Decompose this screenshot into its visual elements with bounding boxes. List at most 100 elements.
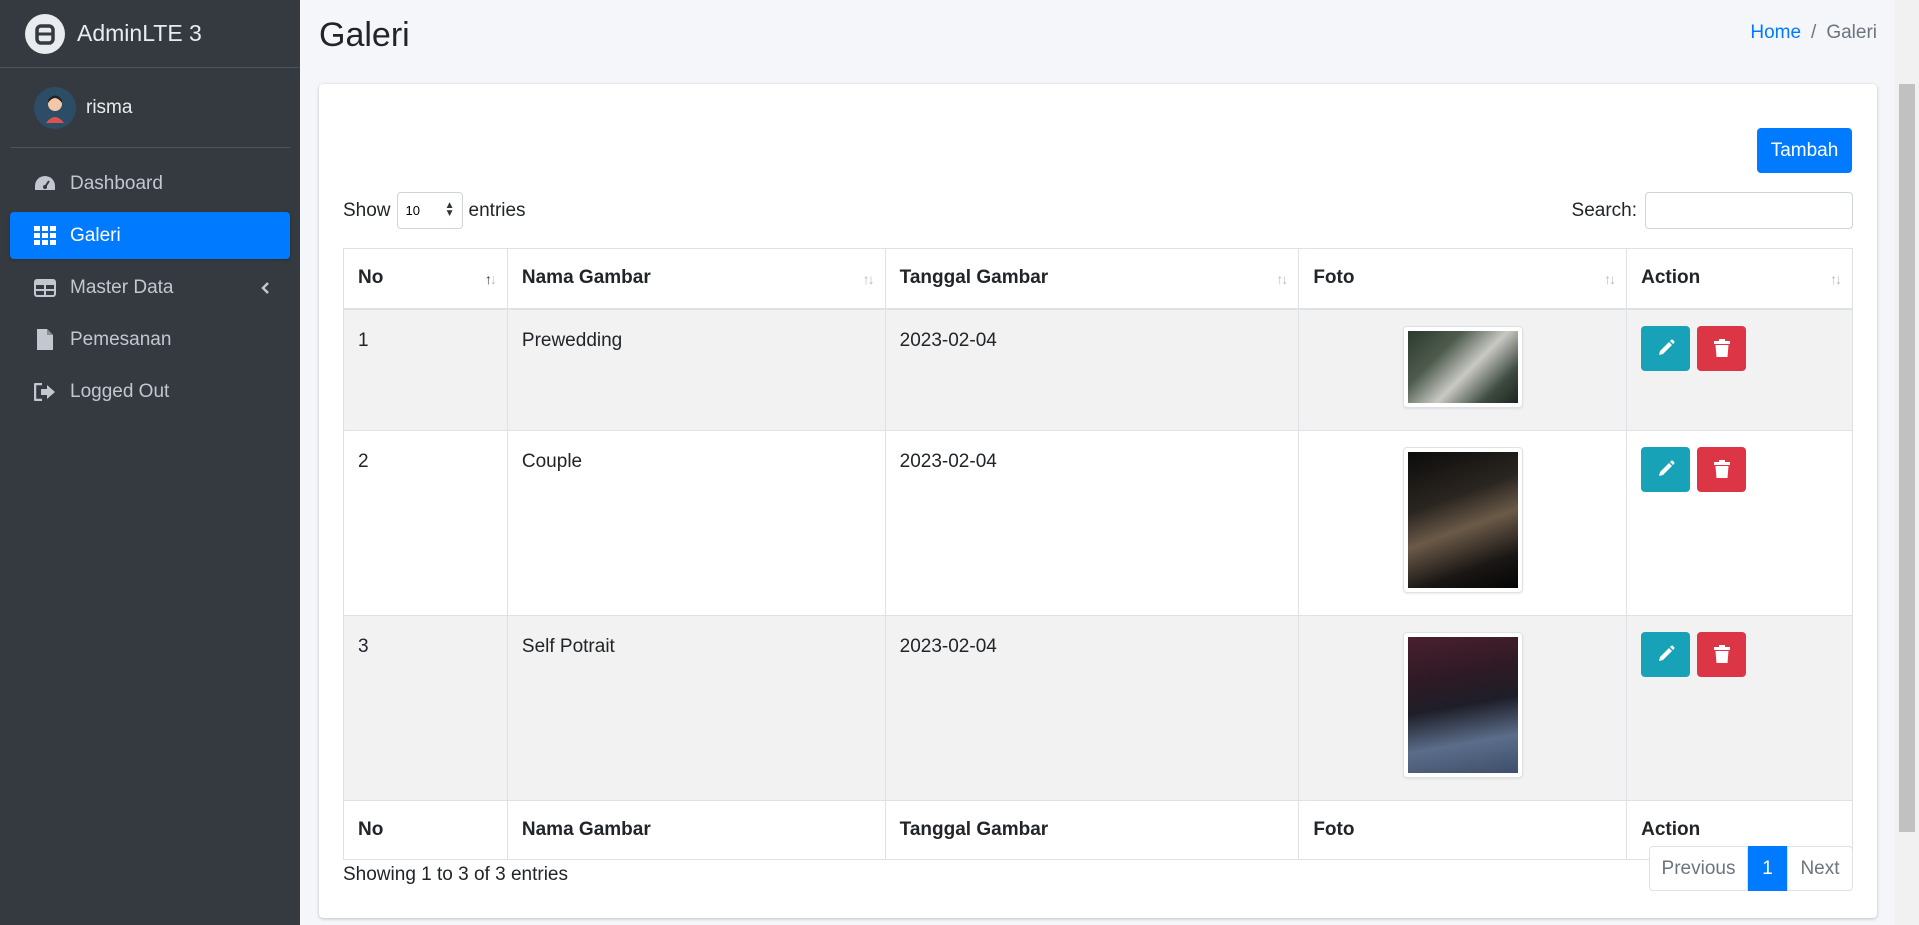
sidebar-item-label: Master Data [70, 276, 174, 298]
pencil-icon [1658, 339, 1675, 355]
cell-photo [1298, 308, 1628, 431]
sort-asc-icon: ↑↓ [484, 271, 497, 287]
column-header-label: Action [1641, 267, 1701, 289]
chevron-left-icon [260, 279, 270, 301]
cell-name: Couple [506, 429, 886, 616]
add-button[interactable]: Tambah [1757, 128, 1852, 173]
cell-no: 2 [343, 429, 508, 616]
cell-date: 2023-02-04 [884, 614, 1300, 801]
gallery-card: Tambah Show 10 ▲▼ entries Search: No ↑↓ [319, 84, 1877, 918]
sidebar-item-label: Galeri [70, 224, 121, 246]
delete-button[interactable] [1697, 631, 1747, 677]
footer-no: No [343, 799, 508, 860]
delete-button[interactable] [1697, 446, 1747, 492]
brand-link[interactable]: AdminLTE 3 [0, 0, 300, 68]
cell-date: 2023-02-04 [884, 429, 1300, 616]
entries-select[interactable]: 10 [396, 192, 463, 229]
sidebar-item-label: Dashboard [70, 172, 163, 194]
photo-thumbnail[interactable] [1402, 631, 1523, 778]
pencil-icon [1658, 645, 1675, 661]
cell-no: 3 [343, 614, 508, 801]
page-button-current[interactable]: 1 [1748, 846, 1787, 891]
edit-button[interactable] [1641, 325, 1691, 371]
pencil-icon [1658, 460, 1675, 476]
couple-photo [1407, 451, 1518, 588]
sort-icon: ↑↓ [862, 271, 875, 287]
gallery-table: No ↑↓ Nama Gambar ↑↓ Tanggal Gambar ↑↓ Foto… [343, 248, 1853, 860]
user-name: risma [86, 96, 133, 118]
footer-name: Nama Gambar [506, 799, 886, 860]
column-header-action[interactable]: Action ↑↓ [1626, 248, 1853, 310]
breadcrumb: Home / Galeri [1750, 22, 1877, 44]
user-panel[interactable]: risma [10, 68, 290, 148]
logout-icon [32, 381, 58, 403]
footer-date: Tanggal Gambar [884, 799, 1300, 860]
dashboard-icon [32, 173, 58, 195]
cell-name: Prewedding [506, 308, 886, 431]
entries-label: entries [468, 199, 526, 221]
avatar [34, 86, 76, 129]
sidebar-item-label: Logged Out [70, 380, 170, 402]
portrait-photo [1407, 636, 1518, 773]
column-header-date[interactable]: Tanggal Gambar ↑↓ [884, 248, 1300, 310]
edit-button[interactable] [1641, 631, 1691, 677]
cell-actions [1626, 614, 1853, 801]
page-title: Galeri [319, 16, 410, 54]
column-header-name[interactable]: Nama Gambar ↑↓ [506, 248, 886, 310]
sidebar-item-dashboard[interactable]: Dashboard [10, 160, 290, 207]
search-label: Search: [1571, 199, 1637, 221]
sidebar-item-pemesanan[interactable]: Pemesanan [10, 316, 290, 363]
photo-thumbnail[interactable] [1402, 446, 1523, 593]
cell-date: 2023-02-04 [884, 308, 1300, 431]
file-icon [32, 329, 58, 351]
cell-no: 1 [343, 308, 508, 431]
table-search: Search: [1572, 192, 1853, 229]
cell-photo [1298, 614, 1628, 801]
table-icon [32, 277, 58, 299]
prewedding-photo [1407, 330, 1518, 403]
photo-thumbnail[interactable] [1402, 325, 1523, 408]
column-header-no[interactable]: No ↑↓ [343, 248, 508, 310]
trash-icon [1713, 645, 1730, 663]
column-header-label: Tanggal Gambar [899, 267, 1049, 289]
entries-length: Show 10 ▲ ▼ entries [343, 192, 526, 229]
column-header-label: Nama Gambar [521, 267, 651, 289]
footer-photo: Foto [1298, 799, 1628, 860]
column-header-photo[interactable]: Foto ↑↓ [1298, 248, 1628, 310]
main-content: Galeri Home / Galeri Tambah Show 10 ▲ ▼ e… [300, 0, 1895, 925]
table-row: 3 Self Potrait 2023-02-04 [343, 614, 1853, 801]
table-row: 1 Prewedding 2023-02-04 [343, 308, 1853, 431]
sort-icon: ↑↓ [1276, 271, 1288, 287]
table-row: 2 Couple 2023-02-04 [343, 429, 1853, 616]
sidebar-item-logout[interactable]: Logged Out [10, 368, 290, 415]
brand-logo-icon [25, 13, 65, 54]
next-page-button[interactable]: Next [1787, 846, 1853, 891]
table-info: Showing 1 to 3 of 3 entries [343, 864, 568, 885]
sidebar-item-label: Pemesanan [70, 328, 172, 350]
breadcrumb-separator: / [1811, 22, 1817, 43]
column-header-label: No [358, 267, 384, 289]
breadcrumb-home-link[interactable]: Home [1750, 22, 1801, 44]
trash-icon [1713, 339, 1730, 357]
trash-icon [1713, 460, 1730, 478]
edit-button[interactable] [1641, 446, 1691, 492]
breadcrumb-current: Galeri [1826, 22, 1877, 43]
sidebar-item-master-data[interactable]: Master Data [10, 264, 290, 311]
page-scrollbar[interactable] [1895, 0, 1919, 925]
pagination: Previous 1 Next [1649, 846, 1853, 891]
column-header-label: Foto [1313, 267, 1355, 289]
sort-icon: ↑↓ [1604, 271, 1616, 287]
cell-actions [1626, 429, 1853, 616]
previous-page-button[interactable]: Previous [1649, 846, 1748, 891]
cell-actions [1626, 308, 1853, 431]
brand-name: AdminLTE 3 [77, 20, 202, 46]
sidebar-nav: Dashboard Galeri Master Data Pemesanan L… [0, 148, 300, 415]
cell-name: Self Potrait [506, 614, 886, 801]
sidebar-item-galeri[interactable]: Galeri [10, 212, 290, 259]
sidebar: AdminLTE 3 risma Dashboard Galeri Master… [0, 0, 300, 925]
scrollbar-thumb[interactable] [1899, 84, 1915, 832]
cell-photo [1298, 429, 1628, 616]
delete-button[interactable] [1697, 325, 1747, 371]
search-input[interactable] [1645, 192, 1853, 229]
sort-icon: ↑↓ [1830, 271, 1842, 287]
